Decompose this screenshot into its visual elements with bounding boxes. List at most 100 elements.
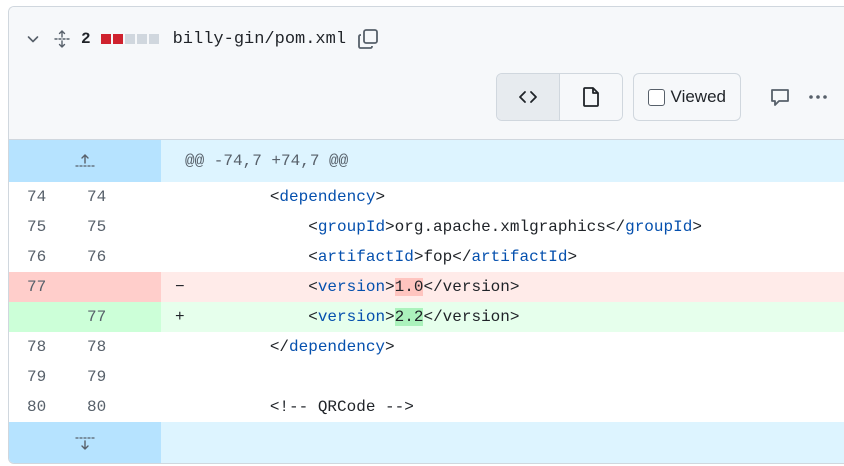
view-toggle	[495, 73, 623, 121]
diff-sign	[161, 392, 193, 422]
code-text: >	[692, 218, 702, 236]
diff-line: 76 76 <artifactId>fop</artifactId>	[9, 242, 844, 272]
new-line-number[interactable]: 74	[69, 182, 161, 212]
code-text: </version>	[423, 278, 520, 296]
new-line-number[interactable]: 75	[69, 212, 161, 242]
xml-tag-name: artifactId	[471, 248, 568, 266]
diff-sign	[161, 182, 193, 212]
old-line-number[interactable]: 74	[9, 182, 69, 212]
code-text: >	[375, 188, 386, 206]
diff-sign: +	[161, 302, 193, 332]
expand-down-button[interactable]	[9, 422, 161, 463]
changed-text: 1.0	[394, 278, 424, 296]
kebab-horizontal-icon	[809, 95, 827, 99]
code-line: <dependency>	[193, 182, 844, 212]
code-text: <	[308, 278, 318, 296]
diff-line: 77 + <version>2.2</version>	[9, 302, 844, 332]
code-text: >	[567, 248, 578, 266]
file-icon	[582, 87, 599, 107]
diff-sign	[161, 212, 193, 242]
new-line-number[interactable]: 79	[69, 362, 161, 392]
expand-filler	[161, 422, 844, 463]
diffstat-block	[148, 34, 159, 44]
expand-up-icon	[75, 154, 95, 167]
diffstat	[100, 34, 159, 44]
diff-table: @@ -74,7 +74,7 @@ 74 74 <dependency> 75 75 …	[9, 140, 844, 463]
code-text: >	[385, 308, 395, 326]
diff-sign	[161, 332, 193, 362]
hunk-header: @@ -74,7 +74,7 @@	[161, 140, 844, 182]
expand-down-icon	[75, 437, 95, 450]
diffstat-block	[112, 34, 123, 44]
xml-tag-name: artifactId	[317, 248, 414, 266]
code-text: >org.apache.xmlgraphics</	[385, 218, 626, 236]
old-line-number[interactable]: 77	[9, 272, 69, 302]
code-line: <version>2.2</version>	[193, 302, 844, 332]
code-line: <!-- QRCode -->	[193, 392, 844, 422]
viewed-label: Viewed	[670, 87, 726, 106]
expand-all-icon[interactable]	[53, 30, 71, 48]
hunk-header-row: @@ -74,7 +74,7 @@	[9, 140, 844, 182]
expand-up-button[interactable]	[9, 140, 161, 182]
comment-icon	[771, 89, 789, 106]
old-line-number[interactable]	[9, 302, 69, 332]
xml-tag-name: dependency	[279, 188, 376, 206]
new-line-number[interactable]: 78	[69, 332, 161, 362]
diffstat-block	[100, 34, 111, 44]
code-text: <	[308, 218, 318, 236]
expand-down-row	[9, 422, 844, 463]
checkbox-icon	[647, 88, 665, 106]
viewed-checkbox[interactable]: Viewed	[632, 73, 741, 121]
xml-tag-name: groupId	[317, 218, 386, 236]
new-line-number[interactable]: 77	[69, 302, 161, 332]
old-line-number[interactable]: 80	[9, 392, 69, 422]
copy-icon[interactable]	[356, 27, 380, 51]
rich-view-button[interactable]	[558, 74, 622, 120]
code-text: </version>	[423, 308, 520, 326]
new-line-number[interactable]: 76	[69, 242, 161, 272]
diff-line: 79 79	[9, 362, 844, 392]
file-header: 2 billy-gin/pom.xml Viewed	[9, 7, 844, 140]
code-line: <version>1.0</version>	[193, 272, 844, 302]
code-view-button[interactable]	[496, 74, 559, 120]
code-text: <	[308, 308, 318, 326]
old-line-number[interactable]: 75	[9, 212, 69, 242]
xml-tag-name: groupId	[625, 218, 693, 236]
new-line-number[interactable]: 80	[69, 392, 161, 422]
diff-line: 78 78 </dependency>	[9, 332, 844, 362]
chevron-down-icon[interactable]	[25, 31, 41, 47]
file-name[interactable]: billy-gin/pom.xml	[173, 30, 346, 49]
diff-line: 74 74 <dependency>	[9, 182, 844, 212]
diff-line: 75 75 <groupId>org.apache.xmlgraphics</gr…	[9, 212, 844, 242]
code-text: >	[385, 338, 395, 356]
diff-sign	[161, 242, 193, 272]
code-text: >fop</	[413, 248, 472, 266]
changed-text: 2.2	[394, 308, 424, 326]
diffstat-block	[124, 34, 135, 44]
diff-line: 80 80 <!-- QRCode -->	[9, 392, 844, 422]
changes-count: 2	[81, 30, 91, 48]
xml-tag-name: version	[317, 308, 386, 326]
comment-button[interactable]	[763, 80, 797, 114]
diffstat-block	[136, 34, 147, 44]
old-line-number[interactable]: 79	[9, 362, 69, 392]
old-line-number[interactable]: 76	[9, 242, 69, 272]
code-text: </	[269, 338, 290, 356]
more-options-button[interactable]	[801, 80, 835, 114]
code-text: <	[308, 248, 318, 266]
code-text: <	[269, 188, 280, 206]
code-line	[193, 362, 844, 392]
code-line: <groupId>org.apache.xmlgraphics</groupId…	[193, 212, 844, 242]
new-line-number[interactable]	[69, 272, 161, 302]
old-line-number[interactable]: 78	[9, 332, 69, 362]
diff-line: 77 − <version>1.0</version>	[9, 272, 844, 302]
code-text: <!-- QRCode -->	[269, 398, 414, 416]
diff-sign	[161, 362, 193, 392]
